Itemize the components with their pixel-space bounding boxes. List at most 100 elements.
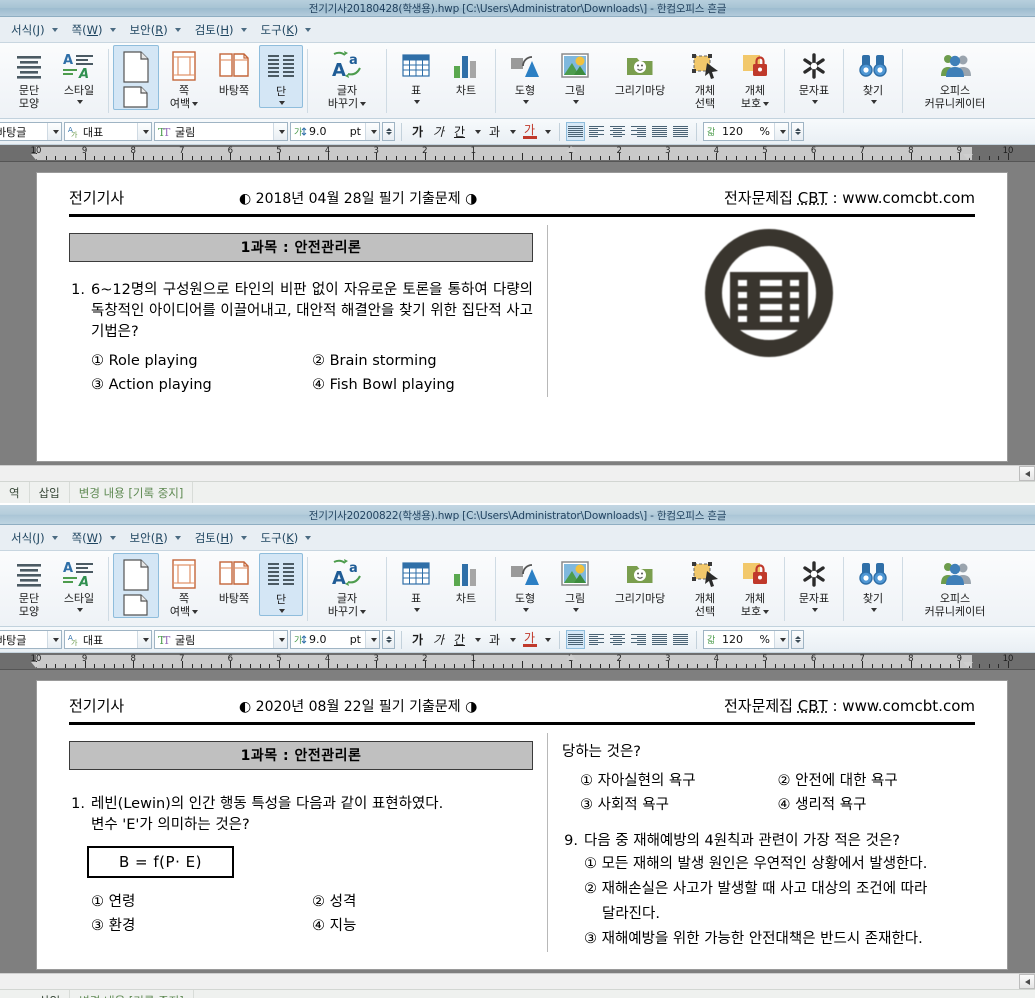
ruler-indent-marker-left[interactable]	[31, 154, 41, 160]
picture-dropdown-arrow-2[interactable]	[571, 605, 579, 614]
menu-item-review-2[interactable]: 검토(H)	[190, 528, 252, 548]
page-background-button[interactable]: 바탕쪽	[209, 45, 259, 97]
column-dropdown-arrow-2[interactable]	[277, 606, 285, 615]
horizontal-scrollbar-top[interactable]	[0, 465, 1035, 481]
table-dropdown-arrow[interactable]	[412, 97, 420, 106]
drawing-gallery-button[interactable]: 그리기마당	[600, 45, 680, 97]
text-replace-button-2[interactable]: A a 글자 바꾸기	[312, 553, 382, 618]
menu-item-page[interactable]: 쪽(W)	[67, 20, 121, 40]
font-size-stepper[interactable]	[382, 122, 395, 141]
chevron-down-icon[interactable]	[137, 631, 151, 648]
menu-item-review[interactable]: 검토(H)	[190, 20, 252, 40]
style-dropdown-arrow-2[interactable]	[75, 605, 83, 614]
status-cell-trackchanges-bottom[interactable]: 변경 내용 [기록 중지]	[70, 990, 194, 998]
underline-button-2[interactable]: 간	[450, 630, 469, 649]
italic-button[interactable]: 가	[429, 122, 448, 141]
office-communicator-button[interactable]: 오피스 커뮤니케이터	[907, 45, 1003, 110]
chevron-down-icon[interactable]	[365, 631, 379, 648]
ruler-indent-marker-left-2[interactable]	[31, 662, 41, 668]
status-cell-trackchanges-top[interactable]: 변경 내용 [기록 중지]	[70, 482, 194, 503]
column-button-2[interactable]: 단	[259, 553, 303, 616]
horizontal-scrollbar-bottom[interactable]	[0, 973, 1035, 989]
ruler-indent-marker-right[interactable]	[963, 154, 973, 160]
horizontal-ruler-top[interactable]: 10 9 8 7 6 5 4 3 2 1 1 2 3 4 5 6 7 8 9 10	[0, 145, 1035, 162]
menu-item-format[interactable]: 서식(J)	[6, 20, 63, 40]
paragraph-style-combo[interactable]: 바탕글	[0, 122, 62, 141]
italic-button-2[interactable]: 가	[429, 630, 448, 649]
font-family-combo[interactable]: T T 굴림	[154, 122, 288, 141]
chevron-down-icon[interactable]	[365, 123, 379, 140]
ruler-tab-marker-2[interactable]	[566, 654, 576, 660]
align-left-button[interactable]	[587, 122, 606, 141]
object-protect-button-2[interactable]: 개체 보호	[730, 553, 780, 618]
chevron-down-icon[interactable]	[774, 123, 788, 140]
chevron-down-icon[interactable]	[137, 123, 151, 140]
strikethrough-button-2[interactable]: 과	[485, 630, 504, 649]
menu-item-tools-2[interactable]: 도구(K)	[256, 528, 317, 548]
strikethrough-button[interactable]: 과	[485, 122, 504, 141]
strikethrough-dropdown-2[interactable]	[506, 630, 518, 649]
align-center-button[interactable]	[608, 122, 627, 141]
paragraph-style-combo-2[interactable]: 바탕글	[0, 630, 62, 649]
horizontal-ruler-bottom[interactable]: 10 9 8 7 6 5 4 3 2 1 1 2 3 4 5 6 7 8 9 10	[0, 653, 1035, 670]
find-dropdown-arrow[interactable]	[869, 97, 877, 106]
page-setup-button-2[interactable]	[113, 553, 159, 618]
menu-item-tools[interactable]: 도구(K)	[256, 20, 317, 40]
hscroll-track-bottom[interactable]	[0, 974, 1019, 989]
chevron-down-icon[interactable]	[47, 631, 61, 648]
drawing-gallery-button-2[interactable]: 그리기마당	[600, 553, 680, 605]
find-button[interactable]: 찾기	[848, 45, 898, 106]
font-color-dropdown-2[interactable]	[541, 630, 553, 649]
bold-button[interactable]: 가	[408, 122, 427, 141]
hscroll-left-button-top[interactable]	[1019, 466, 1035, 481]
chevron-down-icon[interactable]	[774, 631, 788, 648]
table-dropdown-arrow-2[interactable]	[412, 605, 420, 614]
align-left-button-2[interactable]	[587, 630, 606, 649]
align-justify-button-2[interactable]	[566, 630, 585, 649]
object-protect-button[interactable]: 개체 보호	[730, 45, 780, 110]
align-right-button[interactable]	[629, 122, 648, 141]
chevron-down-icon[interactable]	[273, 631, 287, 648]
font-size-combo[interactable]: 가 9.0 pt	[290, 122, 380, 141]
chart-button[interactable]: 차트	[441, 45, 491, 97]
style-dropdown-arrow[interactable]	[75, 97, 83, 106]
shape-button-2[interactable]: 도형	[500, 553, 550, 614]
char-style-combo-2[interactable]: A 가 대표	[64, 630, 152, 649]
char-table-dropdown-arrow[interactable]	[810, 97, 818, 106]
style-button[interactable]: A A 스타일	[54, 45, 104, 106]
table-button[interactable]: 표	[391, 45, 441, 106]
text-replace-button[interactable]: A a 글자 바꾸기	[312, 45, 382, 110]
font-color-button[interactable]: 가	[520, 122, 539, 141]
menu-item-page-2[interactable]: 쪽(W)	[67, 528, 121, 548]
office-communicator-button-2[interactable]: 오피스 커뮤니케이터	[907, 553, 1003, 618]
picture-dropdown-arrow[interactable]	[571, 97, 579, 106]
find-dropdown-arrow-2[interactable]	[869, 605, 877, 614]
page-background-button-2[interactable]: 바탕쪽	[209, 553, 259, 605]
shape-dropdown-arrow-2[interactable]	[521, 605, 529, 614]
menu-item-security-2[interactable]: 보안(R)	[125, 528, 186, 548]
font-family-combo-2[interactable]: T T 굴림	[154, 630, 288, 649]
find-button-2[interactable]: 찾기	[848, 553, 898, 614]
page-margin-button[interactable]: 쪽 여백	[159, 45, 209, 110]
shape-dropdown-arrow[interactable]	[521, 97, 529, 106]
align-center-button-2[interactable]	[608, 630, 627, 649]
underline-button[interactable]: 간	[450, 122, 469, 141]
column-dropdown-arrow[interactable]	[277, 98, 285, 107]
bold-button-2[interactable]: 가	[408, 630, 427, 649]
menu-item-security[interactable]: 보안(R)	[125, 20, 186, 40]
page-setup-button[interactable]	[113, 45, 159, 110]
page-margin-button-2[interactable]: 쪽 여백	[159, 553, 209, 618]
style-button-2[interactable]: A A 스타일	[54, 553, 104, 614]
paragraph-shape-button[interactable]: 문단 모양	[4, 45, 54, 110]
ruler-tab-marker[interactable]	[566, 146, 576, 152]
strikethrough-dropdown[interactable]	[506, 122, 518, 141]
chevron-down-icon[interactable]	[47, 123, 61, 140]
char-table-button[interactable]: 문자표	[789, 45, 839, 106]
align-distribute-button-2[interactable]	[650, 630, 669, 649]
font-color-button-2[interactable]: 가	[520, 630, 539, 649]
object-select-button-2[interactable]: 개체 선택	[680, 553, 730, 618]
align-distribute-button[interactable]	[650, 122, 669, 141]
chart-button-2[interactable]: 차트	[441, 553, 491, 605]
object-select-button[interactable]: 개체 선택	[680, 45, 730, 110]
font-size-stepper-2[interactable]	[382, 630, 395, 649]
